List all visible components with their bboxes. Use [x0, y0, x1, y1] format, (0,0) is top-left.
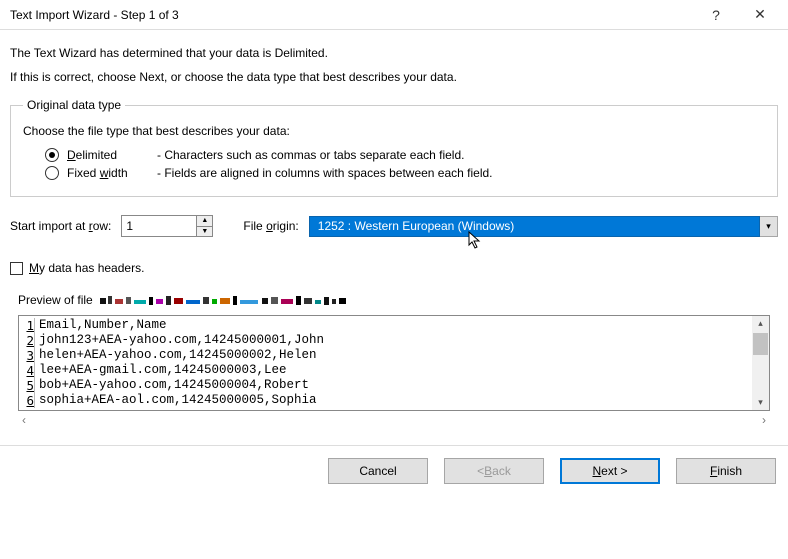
preview-line: 1 Email,Number,Name	[23, 318, 769, 333]
import-row-controls: Start import at row: ▲ ▼ File origin: 12…	[10, 215, 778, 237]
radio-icon	[45, 166, 59, 180]
choose-file-type-label: Choose the file type that best describes…	[23, 124, 765, 138]
intro-line-1: The Text Wizard has determined that your…	[10, 46, 778, 60]
delimited-option[interactable]: Delimited - Characters such as commas or…	[45, 148, 765, 162]
chevron-down-icon[interactable]: ▾	[760, 216, 778, 237]
preview-box: 1 Email,Number,Name 2 john123+AEA-yahoo.com…	[18, 315, 770, 411]
line-number: 5	[23, 378, 35, 393]
redacted-filename-icon	[100, 295, 350, 307]
close-button[interactable]: ✕	[738, 1, 782, 29]
vertical-scrollbar[interactable]: ▴ ▾	[752, 316, 769, 410]
my-data-has-headers-option[interactable]: My data has headers.	[10, 261, 778, 275]
finish-button[interactable]: Finish	[676, 458, 776, 484]
next-button[interactable]: Next >	[560, 458, 660, 484]
line-text: lee+AEA-gmail.com,14245000003,Lee	[39, 363, 287, 378]
original-data-type-legend: Original data type	[23, 98, 125, 112]
titlebar: Text Import Wizard - Step 1 of 3 ? ✕	[0, 0, 788, 30]
original-data-type-group: Original data type Choose the file type …	[10, 98, 778, 197]
footer: Cancel < Back Next > Finish	[0, 445, 788, 498]
window-title: Text Import Wizard - Step 1 of 3	[10, 8, 694, 22]
line-number: 1	[23, 318, 35, 333]
fixed-width-desc: - Fields are aligned in columns with spa…	[157, 166, 493, 180]
line-number: 2	[23, 333, 35, 348]
scroll-thumb[interactable]	[753, 333, 768, 355]
checkbox-icon	[10, 262, 23, 275]
back-button: < Back	[444, 458, 544, 484]
line-number: 6	[23, 393, 35, 408]
intro-line-2: If this is correct, choose Next, or choo…	[10, 70, 778, 84]
horizontal-scrollbar[interactable]: ‹ ›	[18, 413, 770, 431]
fixed-width-label: Fixed width	[67, 166, 149, 180]
spinner-down-icon[interactable]: ▼	[196, 227, 212, 237]
preview-line: 6 sophia+AEA-aol.com,14245000005,Sophia	[23, 393, 769, 408]
preview-line: 3 helen+AEA-yahoo.com,14245000002,Helen	[23, 348, 769, 363]
help-button[interactable]: ?	[694, 1, 738, 29]
headers-label: My data has headers.	[29, 261, 144, 275]
scroll-down-icon[interactable]: ▾	[752, 395, 769, 410]
preview-line: 4 lee+AEA-gmail.com,14245000003,Lee	[23, 363, 769, 378]
line-text: bob+AEA-yahoo.com,14245000004,Robert	[39, 378, 309, 393]
delimited-label: Delimited	[67, 148, 149, 162]
line-text: helen+AEA-yahoo.com,14245000002,Helen	[39, 348, 317, 363]
file-origin-select[interactable]: 1252 : Western European (Windows)	[309, 216, 760, 237]
line-text: sophia+AEA-aol.com,14245000005,Sophia	[39, 393, 317, 408]
line-number: 3	[23, 348, 35, 363]
preview-label: Preview of file	[18, 293, 778, 307]
delimited-desc: - Characters such as commas or tabs sepa…	[157, 148, 464, 162]
scroll-left-icon[interactable]: ‹	[22, 413, 26, 431]
spinner-up-icon[interactable]: ▲	[196, 216, 212, 227]
scroll-up-icon[interactable]: ▴	[752, 316, 769, 331]
start-row-spinner[interactable]: ▲ ▼	[121, 215, 213, 237]
line-text: Email,Number,Name	[39, 318, 167, 333]
radio-icon	[45, 148, 59, 162]
file-origin-label: File origin:	[243, 219, 298, 233]
fixed-width-option[interactable]: Fixed width - Fields are aligned in colu…	[45, 166, 765, 180]
line-number: 4	[23, 363, 35, 378]
cancel-button[interactable]: Cancel	[328, 458, 428, 484]
scroll-right-icon[interactable]: ›	[762, 413, 766, 431]
preview-line: 2 john123+AEA-yahoo.com,14245000001,John	[23, 333, 769, 348]
start-row-label: Start import at row:	[10, 219, 111, 233]
preview-line: 5 bob+AEA-yahoo.com,14245000004,Robert	[23, 378, 769, 393]
line-text: john123+AEA-yahoo.com,14245000001,John	[39, 333, 324, 348]
